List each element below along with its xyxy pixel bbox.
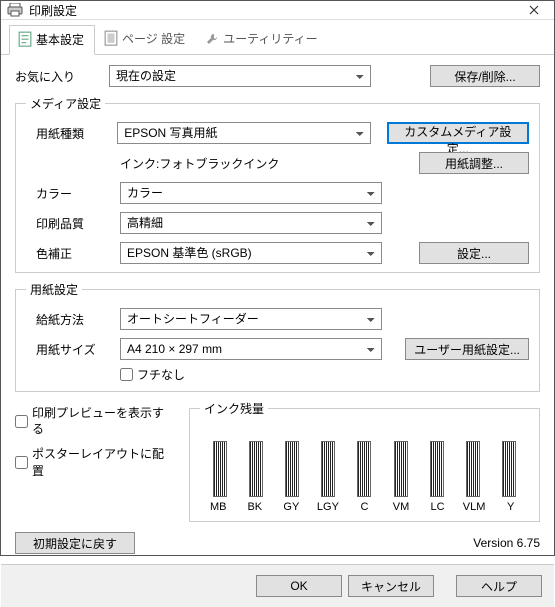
preview-label: 印刷プレビューを表示する [32,406,175,437]
size-label: 用紙サイズ [36,341,112,358]
ink-bar [357,441,371,497]
tab-page[interactable]: ページ 設定 [95,24,196,54]
custom-media-button[interactable]: カスタムメディア設定... [387,122,529,144]
ink-bar [394,441,408,497]
version-text: Version 6.75 [473,536,540,550]
color-correction-settings-button[interactable]: 設定... [419,242,529,264]
tab-utility[interactable]: ユーティリティー [196,24,329,54]
size-select[interactable]: A4 210 × 297 mm [120,338,382,360]
ink-name: LGY [314,501,342,513]
borderless-input[interactable] [120,368,133,381]
ink-names: MB BK GY LGY C VM LC VLM Y [200,501,529,513]
poster-input[interactable] [15,456,28,469]
cancel-button[interactable]: キャンセル [348,575,434,597]
preview-input[interactable] [15,415,28,428]
color-select[interactable]: カラー [120,182,382,204]
ink-name: GY [277,501,305,513]
favorites-row: お気に入り 現在の設定 保存/削除... [15,65,540,87]
paper-type-select[interactable]: EPSON 写真用紙 [117,122,370,144]
printer-icon [7,3,23,17]
preview-checkbox[interactable]: 印刷プレビューを表示する [15,406,175,437]
tab-basic-label: 基本設定 [36,31,84,48]
paper-adjust-button[interactable]: 用紙調整... [419,152,529,174]
ink-name: BK [241,501,269,513]
footer-a: 初期設定に戻す Version 6.75 [15,530,540,558]
tab-utility-label: ユーティリティー [223,30,318,47]
page-icon [104,32,118,46]
poster-checkbox[interactable]: ポスターレイアウトに配置 [15,445,175,479]
source-label: 給紙方法 [36,311,112,328]
ink-bar [502,441,516,497]
ink-bar [213,441,227,497]
paper-legend: 用紙設定 [26,281,82,298]
media-legend: メディア設定 [26,95,105,112]
ink-name: LC [424,501,452,513]
help-button[interactable]: ヘルプ [456,575,542,597]
ink-bar [249,441,263,497]
ink-bar [430,441,444,497]
doc-icon [18,33,32,47]
reset-defaults-button[interactable]: 初期設定に戻す [15,532,135,554]
ink-bar [285,441,299,497]
ink-bars [200,427,529,497]
borderless-label: フチなし [137,366,185,383]
ink-name: Y [497,501,525,513]
ink-bar [321,441,335,497]
ink-bar [466,441,480,497]
ink-name: MB [204,501,232,513]
favorites-select[interactable]: 現在の設定 [109,65,371,87]
color-correction-select[interactable]: EPSON 基準色 (sRGB) [120,242,382,264]
ink-name: VLM [460,501,488,513]
content: お気に入り 現在の設定 保存/削除... メディア設定 用紙種類 EPSON 写… [1,55,554,564]
ink-fieldset: インク残量 MB BK GY LGY C VM LC VLM [189,400,540,522]
window-title: 印刷設定 [29,2,514,19]
ink-name: C [350,501,378,513]
wrench-icon [205,32,219,46]
source-select[interactable]: オートシートフィーダー [120,308,382,330]
ink-legend: インク残量 [200,400,268,417]
ink-name: VM [387,501,415,513]
media-fieldset: メディア設定 用紙種類 EPSON 写真用紙 カスタムメディア設定... インク… [15,95,540,273]
favorites-label: お気に入り [15,68,101,85]
paper-type-label: 用紙種類 [36,125,109,142]
titlebar: 印刷設定 [1,1,554,20]
ok-button[interactable]: OK [256,575,342,597]
color-correction-label: 色補正 [36,245,112,262]
tab-basic[interactable]: 基本設定 [9,25,95,55]
tab-bar: 基本設定 ページ 設定 ユーティリティー [1,20,554,55]
borderless-checkbox[interactable]: フチなし [120,366,185,383]
paper-fieldset: 用紙設定 給紙方法 オートシートフィーダー 用紙サイズ A4 210 × 297… [15,281,540,392]
lower-section: 印刷プレビューを表示する ポスターレイアウトに配置 インク残量 MB [15,400,540,522]
user-paper-button[interactable]: ユーザー用紙設定... [405,338,529,360]
quality-label: 印刷品質 [36,215,112,232]
quality-select[interactable]: 高精細 [120,212,382,234]
ink-type-text: インク:フォトブラックインク [120,155,382,172]
dialog-footer: OK キャンセル ヘルプ [1,564,554,607]
favorites-save-button[interactable]: 保存/削除... [430,65,540,87]
tab-page-label: ページ 設定 [122,30,185,47]
poster-label: ポスターレイアウトに配置 [32,445,175,479]
color-label: カラー [36,185,112,202]
